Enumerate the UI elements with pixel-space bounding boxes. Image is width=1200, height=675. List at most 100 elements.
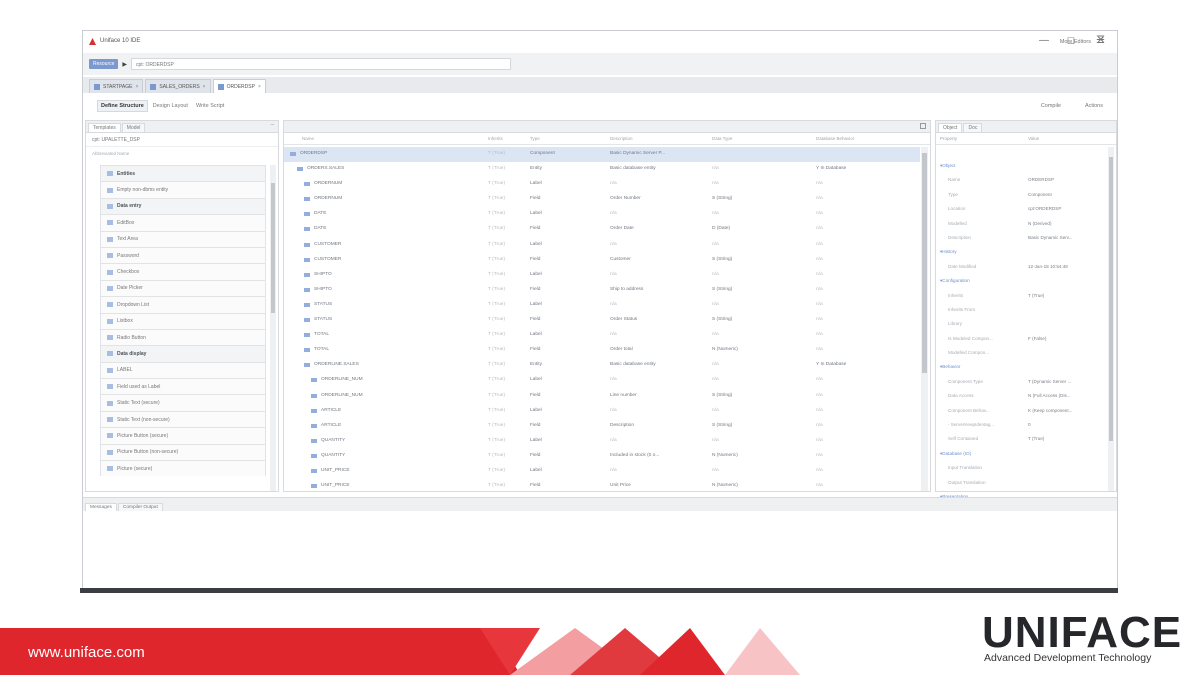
- table-row[interactable]: SHIPTO T (True) Field Ship to address S (Str…: [284, 283, 920, 298]
- property-section[interactable]: ▾Behavior: [936, 360, 1106, 374]
- property-value[interactable]: cpt:ORDERDSP: [1028, 206, 1061, 211]
- property-row[interactable]: Type Component: [936, 188, 1106, 202]
- table-row[interactable]: TOTAL T (True) Field Order total N (Numeric)…: [284, 343, 920, 358]
- table-row[interactable]: STATUS T (True) Label n/a n/a n/a: [284, 298, 920, 313]
- close-tab-icon[interactable]: ×: [135, 84, 138, 90]
- property-row[interactable]: Input Translation: [936, 461, 1106, 475]
- column-header[interactable]: Inherits: [488, 136, 503, 141]
- tab-messages[interactable]: Messages: [85, 503, 117, 511]
- palette-item[interactable]: Date Picker: [100, 279, 266, 297]
- palette-item[interactable]: Picture Button (secure): [100, 427, 266, 444]
- compile-button[interactable]: Compile: [1041, 103, 1061, 109]
- table-row[interactable]: ORDERLINE_NUM T (True) Label n/a n/a n/a: [284, 373, 920, 388]
- minimize-button[interactable]: —: [1039, 35, 1049, 47]
- table-row[interactable]: CUSTOMER T (True) Label n/a n/a n/a: [284, 238, 920, 253]
- palette-item[interactable]: Picture (secure): [100, 460, 266, 477]
- table-row[interactable]: ORDERS.SALES T (True) Entity Basic database…: [284, 162, 920, 177]
- property-row[interactable]: Modelled N (Derived): [936, 217, 1106, 231]
- property-row[interactable]: Inherits From: [936, 303, 1106, 317]
- palette-item[interactable]: Radio Button: [100, 328, 266, 346]
- palette-item[interactable]: Empty non-dbms entity: [100, 181, 266, 198]
- properties-scrollbar[interactable]: [1108, 147, 1114, 491]
- property-row[interactable]: Output Translation: [936, 476, 1106, 490]
- column-header[interactable]: Database Behavior: [816, 136, 854, 141]
- palette-item[interactable]: Dropdown List: [100, 296, 266, 313]
- table-row[interactable]: ARTICLE T (True) Label n/a n/a n/a: [284, 404, 920, 419]
- menu-icon[interactable]: ☰: [1096, 35, 1105, 46]
- property-value[interactable]: Component: [1028, 192, 1052, 197]
- table-row[interactable]: DATE T (True) Label n/a n/a n/a: [284, 207, 920, 222]
- property-section[interactable]: ▾History: [936, 245, 1106, 259]
- palette-scrollbar[interactable]: [270, 165, 276, 491]
- property-value[interactable]: ORDERDSP: [1028, 177, 1054, 182]
- maximize-pane-icon[interactable]: [920, 123, 926, 129]
- tab-orderdsp[interactable]: ORDERDSP ×: [212, 79, 266, 93]
- property-row[interactable]: Data Access N (Full Access (Dis...: [936, 389, 1106, 403]
- property-value[interactable]: N (Derived): [1028, 221, 1051, 226]
- table-row[interactable]: CUSTOMER T (True) Field Customer S (String) n…: [284, 253, 920, 268]
- palette-item[interactable]: Checkbox: [100, 263, 266, 280]
- actions-button[interactable]: Actions: [1085, 103, 1103, 109]
- property-value[interactable]: T (True): [1028, 436, 1044, 441]
- column-header[interactable]: Name: [302, 136, 314, 141]
- resource-type-badge[interactable]: Resource: [89, 59, 119, 69]
- more-editors-button[interactable]: More Editors: [1060, 39, 1091, 45]
- scroll-thumb[interactable]: [1109, 157, 1113, 441]
- property-row[interactable]: Self Contained T (True): [936, 432, 1106, 446]
- property-row[interactable]: Inherits T (True): [936, 289, 1106, 303]
- table-row[interactable]: ORDERLINE_NUM T (True) Field Line number S (…: [284, 389, 920, 404]
- palette-group[interactable]: Data display: [100, 345, 266, 362]
- table-row[interactable]: STATUS T (True) Field Order Status S (String…: [284, 313, 920, 328]
- scroll-thumb[interactable]: [922, 153, 927, 373]
- table-row[interactable]: ORDERDSP T (True) Component Basic Dynamic S…: [284, 147, 920, 163]
- tab-design-layout[interactable]: Design Layout: [150, 101, 191, 111]
- column-header[interactable]: Description: [610, 136, 633, 141]
- property-section[interactable]: ▾Configuration: [936, 274, 1106, 288]
- palette-item[interactable]: Picture Button (non-secure): [100, 443, 266, 461]
- tab-compiler-output[interactable]: Compiler Output: [117, 503, 163, 511]
- tab-startpage[interactable]: STARTPAGE ×: [89, 79, 144, 93]
- property-value[interactable]: 0: [1028, 422, 1031, 427]
- palette-item[interactable]: Field used as Label: [100, 378, 266, 395]
- table-row[interactable]: ORDERNUM T (True) Label n/a n/a n/a: [284, 177, 920, 192]
- property-row[interactable]: Modelled Compon...: [936, 346, 1106, 360]
- palette-item[interactable]: EditBox: [100, 214, 266, 231]
- property-value[interactable]: N (Full Access (Dis...: [1028, 393, 1071, 398]
- tab-write-script[interactable]: Write Script: [193, 101, 227, 111]
- close-tab-icon[interactable]: ×: [203, 84, 206, 90]
- property-value[interactable]: 12-Jan-18 10:54:48: [1028, 264, 1068, 269]
- property-value[interactable]: T (True): [1028, 293, 1044, 298]
- property-row[interactable]: Is Modeled Compon... F (False): [936, 332, 1106, 346]
- property-value[interactable]: Basic Dynamic Serv...: [1028, 235, 1073, 240]
- table-row[interactable]: QUANTITY T (True) Field Included in stock (…: [284, 449, 920, 464]
- property-row[interactable]: Location cpt:ORDERDSP: [936, 202, 1106, 216]
- table-row[interactable]: ORDERNUM T (True) Field Order Number S (Stri…: [284, 192, 920, 207]
- property-value[interactable]: F (False): [1028, 336, 1046, 341]
- palette-item[interactable]: Listbox: [100, 312, 266, 329]
- address-input[interactable]: cpt: ORDERDSP: [131, 58, 512, 70]
- table-row[interactable]: TOTAL T (True) Label n/a n/a n/a: [284, 328, 920, 343]
- table-row[interactable]: ORDERLINE.SALES T (True) Entity Basic datab…: [284, 358, 920, 373]
- website-link[interactable]: www.uniface.com: [28, 644, 145, 661]
- property-row[interactable]: Name ORDERDSP: [936, 173, 1106, 187]
- tab-doc[interactable]: Doc: [963, 123, 983, 132]
- palette-search[interactable]: Abbreviated Name: [90, 148, 274, 160]
- palette-item[interactable]: LABEL: [100, 361, 266, 379]
- table-row[interactable]: SHIPTO T (True) Label n/a n/a n/a: [284, 268, 920, 283]
- tab-model[interactable]: Model: [121, 123, 146, 132]
- property-section[interactable]: ▾Object: [936, 159, 1106, 173]
- property-row[interactable]: - ServerKeepIdentag... 0: [936, 418, 1106, 432]
- table-row[interactable]: UNIT_PRICE T (True) Field Unit Price N (Nume…: [284, 479, 920, 494]
- table-row[interactable]: QUANTITY T (True) Label n/a n/a n/a: [284, 434, 920, 449]
- palette-item[interactable]: Text Area: [100, 230, 266, 247]
- property-row[interactable]: Date Modified 12-Jan-18 10:54:48: [936, 260, 1106, 274]
- palette-item[interactable]: Static Text (secure): [100, 394, 266, 411]
- table-row[interactable]: UNIT_PRICE T (True) Label n/a n/a n/a: [284, 464, 920, 479]
- tab-define-structure[interactable]: Define Structure: [97, 100, 148, 112]
- palette-group[interactable]: Data entry: [100, 197, 266, 215]
- palette-item[interactable]: Password: [100, 246, 266, 264]
- property-row[interactable]: Component Type T (Dynamic Server ...: [936, 375, 1106, 389]
- property-value[interactable]: K (Keep component...: [1028, 408, 1072, 413]
- tab-object[interactable]: Object: [938, 123, 963, 132]
- tab-templates[interactable]: Templates: [88, 123, 121, 132]
